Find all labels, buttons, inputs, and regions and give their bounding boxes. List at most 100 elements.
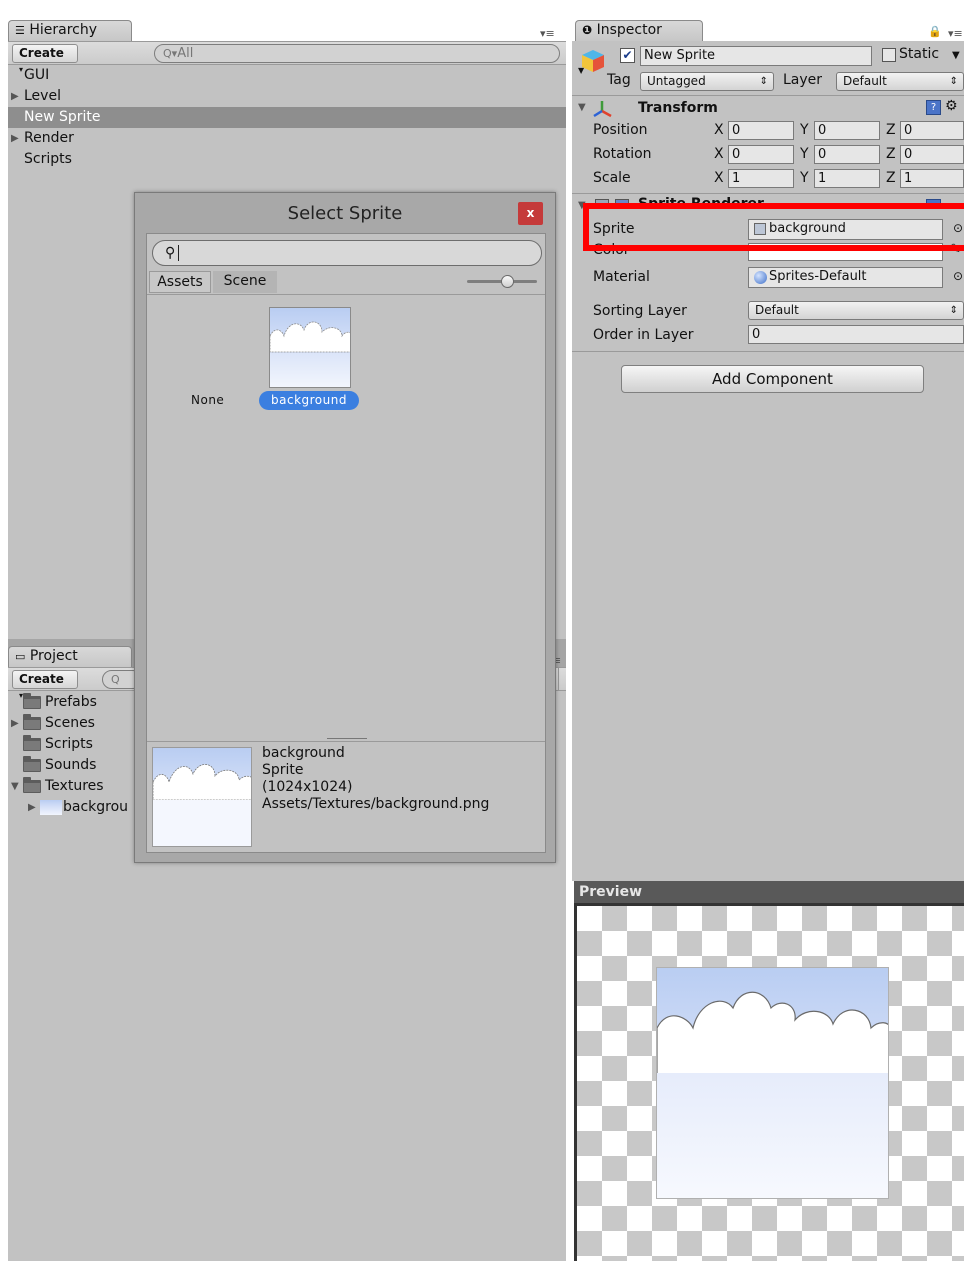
static-dropdown-icon[interactable]: ▼: [952, 50, 960, 61]
project-splitter[interactable]: [558, 667, 566, 691]
position-z-field[interactable]: 0: [900, 121, 964, 140]
folder-icon: [23, 756, 41, 772]
folder-icon: [23, 693, 41, 709]
hierarchy-tab[interactable]: ☰ Hierarchy: [8, 20, 132, 42]
position-x-field[interactable]: 0: [728, 121, 794, 140]
info-icon: ❶: [582, 23, 593, 37]
static-checkbox[interactable]: [882, 48, 896, 62]
axis-x-label[interactable]: X: [714, 170, 724, 186]
object-picker-icon[interactable]: ⊙: [953, 269, 963, 283]
project-create-button[interactable]: Create ▾: [12, 670, 78, 700]
hierarchy-item-level[interactable]: ▶ Level: [8, 86, 566, 107]
axis-x-label[interactable]: X: [714, 122, 724, 138]
collapse-arrow-icon[interactable]: ▼: [11, 776, 19, 797]
layer-label: Layer: [783, 72, 823, 88]
info-type: Sprite: [262, 762, 304, 778]
tab-scene[interactable]: Scene: [213, 271, 277, 293]
tag-dropdown[interactable]: Untagged ⇕: [640, 72, 774, 91]
project-asset-background[interactable]: ▶ backgrou: [8, 797, 138, 818]
scale-z-field[interactable]: 1: [900, 169, 964, 188]
project-folder-scripts[interactable]: Scripts: [8, 734, 138, 755]
gameobject-dropdown-icon[interactable]: ▼: [578, 66, 584, 75]
hierarchy-list-icon: ☰: [15, 24, 25, 37]
sorting-layer-dropdown[interactable]: Default ⇕: [748, 301, 964, 320]
axis-y-label[interactable]: Y: [800, 170, 809, 186]
axis-y-label[interactable]: Y: [800, 146, 809, 162]
cloud-illustration: [657, 991, 888, 1198]
project-tab[interactable]: ▭ Project: [8, 646, 132, 668]
inspector-menu-icon[interactable]: ▾≡: [948, 27, 963, 40]
rotation-z-field[interactable]: 0: [900, 145, 964, 164]
hierarchy-item-new-sprite[interactable]: New Sprite: [8, 107, 566, 128]
project-tree: Prefabs ▶ Scenes Scripts Sounds ▼ Textur…: [8, 692, 138, 832]
zoom-slider-thumb[interactable]: [501, 275, 514, 288]
expand-arrow-icon[interactable]: ▶: [11, 86, 19, 107]
add-component-button[interactable]: Add Component: [621, 365, 924, 393]
dialog-title: Select Sprite: [287, 203, 403, 224]
axis-z-label[interactable]: Z: [886, 170, 896, 186]
expand-arrow-icon[interactable]: ▶: [28, 797, 36, 818]
folder-icon: ▭: [15, 650, 26, 663]
sorting-layer-label: Sorting Layer: [593, 303, 687, 319]
axis-z-label[interactable]: Z: [886, 122, 896, 138]
info-text: background Sprite (1024x1024) Assets/Tex…: [262, 745, 489, 813]
info-preview-thumbnail: [152, 747, 252, 847]
search-icon: Q: [111, 673, 120, 686]
transform-title: Transform: [638, 100, 718, 116]
axis-z-label[interactable]: Z: [886, 146, 896, 162]
scale-y-field[interactable]: 1: [814, 169, 880, 188]
rotation-x-field[interactable]: 0: [728, 145, 794, 164]
hierarchy-item-gui[interactable]: GUI: [8, 65, 566, 86]
layer-dropdown[interactable]: Default ⇕: [836, 72, 964, 91]
dialog-content: ⚲ Assets Scene None background backgroun…: [146, 233, 546, 853]
foldout-arrow-icon[interactable]: ▼: [578, 102, 586, 113]
lock-icon[interactable]: 🔒: [928, 25, 942, 38]
material-label: Material: [593, 269, 650, 285]
project-folder-sounds[interactable]: Sounds: [8, 755, 138, 776]
background-sprite-thumbnail[interactable]: [269, 307, 351, 388]
material-object-field[interactable]: Sprites-Default: [748, 267, 943, 288]
inspector-tab[interactable]: ❶ Inspector: [575, 20, 703, 42]
rotation-y-field[interactable]: 0: [814, 145, 880, 164]
folder-icon: [23, 735, 41, 751]
dialog-close-button[interactable]: x: [518, 202, 543, 225]
help-book-icon[interactable]: ?: [926, 100, 941, 115]
object-name-field[interactable]: New Sprite: [640, 46, 872, 66]
search-icon: ⚲: [165, 245, 176, 261]
hierarchy-menu-icon[interactable]: ▾≡: [540, 27, 555, 40]
hierarchy-item-render[interactable]: ▶ Render: [8, 128, 566, 149]
dialog-tab-underline: [147, 294, 545, 295]
gear-icon[interactable]: ⚙: [945, 98, 958, 114]
transform-icon: [592, 99, 614, 119]
project-folder-scenes[interactable]: ▶ Scenes: [8, 713, 138, 734]
none-option[interactable]: None: [191, 393, 224, 407]
order-in-layer-field[interactable]: 0: [748, 325, 964, 344]
info-divider: [147, 741, 545, 742]
hierarchy-tree: GUI ▶ Level New Sprite ▶ Render Scripts: [8, 65, 566, 175]
search-icon: Q▾: [163, 47, 178, 60]
selected-sprite-label[interactable]: background: [259, 391, 359, 410]
static-label: Static: [899, 46, 940, 62]
hierarchy-search-input[interactable]: Q▾All: [154, 44, 560, 63]
axis-x-label[interactable]: X: [714, 146, 724, 162]
expand-arrow-icon[interactable]: ▶: [11, 713, 19, 734]
section-divider: [572, 351, 964, 352]
folder-icon: [23, 714, 41, 730]
scale-x-field[interactable]: 1: [728, 169, 794, 188]
info-size: (1024x1024): [262, 779, 353, 795]
inspector-panel: [572, 41, 964, 881]
position-y-field[interactable]: 0: [814, 121, 880, 140]
hierarchy-create-button[interactable]: Create ▾: [12, 44, 78, 74]
project-folder-prefabs[interactable]: Prefabs: [8, 692, 138, 713]
hierarchy-item-scripts[interactable]: Scripts: [8, 149, 566, 170]
project-folder-textures[interactable]: ▼ Textures: [8, 776, 138, 797]
rotation-label: Rotation: [593, 146, 652, 162]
material-sphere-icon: [754, 271, 767, 284]
highlight-box-cover: [589, 209, 964, 217]
sprite-search-input[interactable]: ⚲: [152, 240, 542, 266]
expand-arrow-icon[interactable]: ▶: [11, 128, 19, 149]
preview-sprite-image: [656, 967, 889, 1199]
axis-y-label[interactable]: Y: [800, 122, 809, 138]
tab-assets[interactable]: Assets: [149, 271, 211, 293]
active-checkbox[interactable]: ✔: [620, 48, 635, 63]
